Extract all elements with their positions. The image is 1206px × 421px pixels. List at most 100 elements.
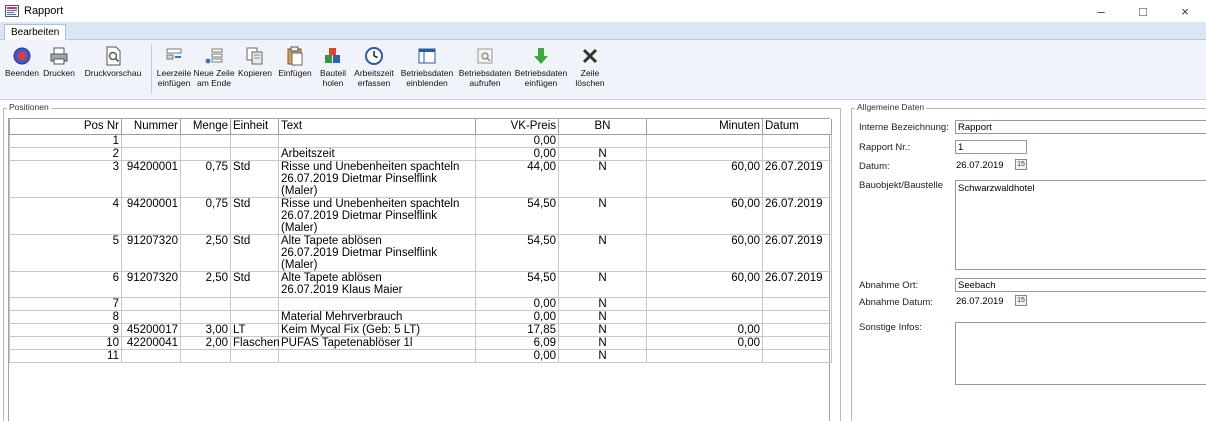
cell-menge[interactable] <box>180 146 231 161</box>
cell-pos[interactable]: 4 <box>9 196 122 235</box>
cell-pos[interactable]: 2 <box>9 146 122 161</box>
cell-text[interactable] <box>278 296 476 311</box>
table-row[interactable]: 1 0,00 <box>9 133 832 148</box>
cell-vk-preis[interactable]: 0,00 <box>475 146 559 161</box>
positions-grid[interactable]: Pos Nr Nummer Menge Einheit Text VK-Prei… <box>8 118 832 421</box>
cell-minuten[interactable]: 0,00 <box>646 335 763 350</box>
cell-bn[interactable] <box>558 133 647 148</box>
cell-pos[interactable]: 7 <box>9 296 122 311</box>
cell-minuten[interactable]: 60,00 <box>646 270 763 298</box>
neue-zeile-button[interactable]: Neue Zeile am Ende <box>193 40 235 100</box>
cell-menge[interactable] <box>180 348 231 363</box>
cell-datum[interactable] <box>762 322 832 337</box>
cell-vk-preis[interactable]: 0,00 <box>475 296 559 311</box>
table-row[interactable]: 4 94200001 0,75 Std Risse und Unebenheiten s… <box>9 196 832 235</box>
cell-text[interactable]: Keim Mycal Fix (Geb: 5 LT) <box>278 322 476 337</box>
cell-einheit[interactable] <box>230 309 279 324</box>
cell-text[interactable] <box>278 133 476 148</box>
col-header-pos[interactable]: Pos Nr <box>9 119 122 135</box>
cell-text[interactable]: Arbeitszeit <box>278 146 476 161</box>
cell-datum[interactable] <box>762 309 832 324</box>
cell-text[interactable] <box>278 348 476 363</box>
cell-einheit[interactable]: LT <box>230 322 279 337</box>
cell-nummer[interactable]: 42200041 <box>121 335 181 350</box>
zeile-loeschen-button[interactable]: Zeile löschen <box>569 40 611 100</box>
table-row[interactable]: 8 Material Mehrverbrauch 0,00 N <box>9 309 832 324</box>
cell-minuten[interactable] <box>646 309 763 324</box>
cell-datum[interactable]: 26.07.2019 <box>762 233 832 272</box>
cell-pos[interactable]: 11 <box>9 348 122 363</box>
einfuegen-button[interactable]: Einfügen <box>275 40 315 100</box>
cell-bn[interactable]: N <box>558 322 647 337</box>
cell-minuten[interactable] <box>646 146 763 161</box>
cell-datum[interactable] <box>762 133 832 148</box>
bauteil-holen-button[interactable]: Bauteil holen <box>315 40 351 100</box>
cell-bn[interactable]: N <box>558 270 647 298</box>
table-row[interactable]: 11 0,00 N <box>9 348 832 363</box>
cell-einheit[interactable]: Flaschen <box>230 335 280 350</box>
cell-einheit[interactable]: Std <box>230 270 279 298</box>
cell-pos[interactable]: 1 <box>9 133 122 148</box>
cell-einheit[interactable] <box>230 348 279 363</box>
maximize-button[interactable]: □ <box>1122 0 1164 22</box>
interne-bezeichnung-field[interactable]: Rapport <box>955 120 1206 134</box>
table-row[interactable]: 2 Arbeitszeit 0,00 N <box>9 146 832 161</box>
cell-nummer[interactable] <box>121 348 181 363</box>
cell-vk-preis[interactable]: 6,09 <box>475 335 559 350</box>
col-header-einheit[interactable]: Einheit <box>230 119 279 135</box>
cell-datum[interactable]: 26.07.2019 <box>762 270 832 298</box>
betriebsdaten-einblenden-button[interactable]: Betriebsdaten einblenden <box>397 40 457 100</box>
cell-menge[interactable]: 3,00 <box>180 322 231 337</box>
cell-datum[interactable] <box>762 296 832 311</box>
col-header-text[interactable]: Text <box>278 119 476 135</box>
cell-nummer[interactable]: 94200001 <box>121 159 181 198</box>
cell-nummer[interactable]: 91207320 <box>121 233 181 272</box>
cell-minuten[interactable] <box>646 296 763 311</box>
col-header-vk-preis[interactable]: VK-Preis <box>475 119 559 135</box>
rapport-nr-field[interactable]: 1 <box>955 140 1027 154</box>
cell-bn[interactable]: N <box>558 159 647 198</box>
leerzeile-einfuegen-button[interactable]: Leerzeile einfügen <box>153 40 195 100</box>
cell-einheit[interactable]: Std <box>230 196 279 235</box>
abnahme-ort-field[interactable]: Seebach <box>955 278 1206 292</box>
cell-datum[interactable] <box>762 335 832 350</box>
cell-datum[interactable]: 26.07.2019 <box>762 196 832 235</box>
table-row[interactable]: 5 91207320 2,50 Std Alte Tapete ablösen 26.07… <box>9 233 832 272</box>
cell-vk-preis[interactable]: 54,50 <box>475 233 559 272</box>
cell-nummer[interactable] <box>121 309 181 324</box>
tab-bearbeiten[interactable]: Bearbeiten <box>4 24 67 40</box>
table-row[interactable]: 7 0,00 N <box>9 296 832 311</box>
drucken-button[interactable]: Drucken <box>40 40 78 100</box>
cell-nummer[interactable]: 91207320 <box>121 270 181 298</box>
col-header-nummer[interactable]: Nummer <box>121 119 181 135</box>
col-header-menge[interactable]: Menge <box>180 119 231 135</box>
cell-pos[interactable]: 8 <box>9 309 122 324</box>
cell-pos[interactable]: 5 <box>9 233 122 272</box>
cell-vk-preis[interactable]: 0,00 <box>475 348 559 363</box>
cell-datum[interactable] <box>762 146 832 161</box>
cell-nummer[interactable] <box>121 146 181 161</box>
beenden-button[interactable]: Beenden <box>4 40 40 100</box>
table-row[interactable]: 9 45200017 3,00 LT Keim Mycal Fix (Geb: 5 LT… <box>9 322 832 337</box>
cell-einheit[interactable] <box>230 146 279 161</box>
druckvorschau-button[interactable]: Druckvorschau <box>78 40 148 100</box>
table-row[interactable]: 10 42200041 2,00 Flaschen PUFAS Tapetenablös… <box>9 335 832 350</box>
sonstige-infos-textarea[interactable] <box>955 322 1206 385</box>
cell-einheit[interactable]: Std <box>230 159 279 198</box>
cell-text[interactable]: PUFAS Tapetenablöser 1l <box>278 335 476 350</box>
cell-bn[interactable]: N <box>558 296 647 311</box>
cell-bn[interactable]: N <box>558 309 647 324</box>
cell-bn[interactable]: N <box>558 348 647 363</box>
cell-menge[interactable]: 0,75 <box>180 159 231 198</box>
datum-field[interactable]: 26.07.2019 <box>955 159 1011 173</box>
cell-text[interactable]: Alte Tapete ablösen 26.07.2019 Klaus Maie… <box>278 270 476 298</box>
cell-vk-preis[interactable]: 17,85 <box>475 322 559 337</box>
cell-menge[interactable]: 2,00 <box>180 335 231 350</box>
cell-menge[interactable] <box>180 133 231 148</box>
cell-minuten[interactable]: 0,00 <box>646 322 763 337</box>
close-button[interactable]: × <box>1164 0 1206 22</box>
arbeitszeit-erfassen-button[interactable]: Arbeitszeit erfassen <box>351 40 397 100</box>
cell-nummer[interactable]: 45200017 <box>121 322 181 337</box>
cell-einheit[interactable]: Std <box>230 233 279 272</box>
cell-minuten[interactable]: 60,00 <box>646 196 763 235</box>
